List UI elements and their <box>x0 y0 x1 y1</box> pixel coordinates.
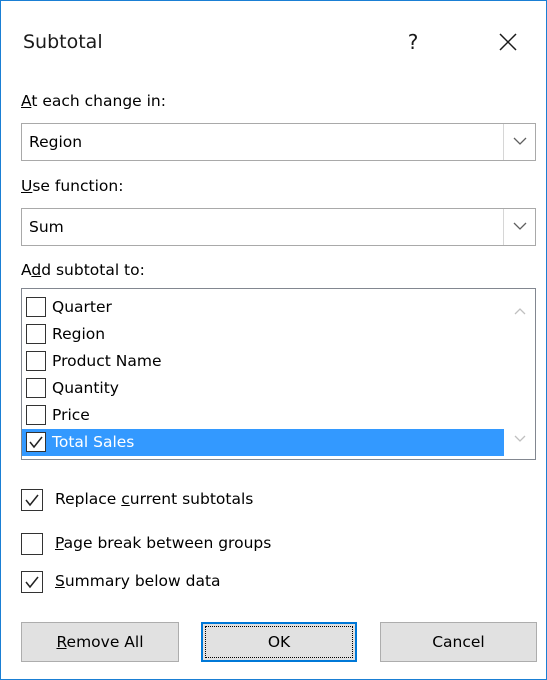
remove-all-button[interactable]: Remove All <box>21 622 179 662</box>
checkbox[interactable] <box>26 324 46 344</box>
list-item-label: Region <box>52 325 106 343</box>
use-function-label: Use function: <box>21 177 124 195</box>
chevron-down-icon <box>513 137 527 145</box>
ok-button[interactable]: OK <box>201 622 357 662</box>
replace-current-subtotals-label: Replace current subtotals <box>55 490 254 508</box>
checkmark-icon <box>25 576 39 589</box>
page-break-label: Page break between groups <box>55 534 272 552</box>
summary-below-data-label: Summary below data <box>55 572 221 590</box>
list-item-label: Quantity <box>52 379 119 397</box>
list-item-total-sales[interactable]: Total Sales <box>22 429 504 456</box>
use-function-value: Sum <box>29 218 64 236</box>
replace-current-subtotals-checkbox[interactable] <box>21 489 43 511</box>
list-item-label: Total Sales <box>52 433 135 451</box>
chevron-down-icon[interactable] <box>514 435 526 443</box>
at-each-change-dropdown-button[interactable] <box>503 124 535 160</box>
list-item-label: Product Name <box>52 352 162 370</box>
checkbox[interactable] <box>26 297 46 317</box>
checkbox-checked[interactable] <box>26 432 46 452</box>
use-function-dropdown-button[interactable] <box>503 209 535 245</box>
list-item-product-name[interactable]: Product Name <box>22 348 504 375</box>
checkbox[interactable] <box>26 351 46 371</box>
add-subtotal-label: Add subtotal to: <box>21 261 145 279</box>
at-each-change-value: Region <box>29 133 83 151</box>
add-subtotal-items: Quarter Region Product Name Quantity Pri… <box>22 294 504 456</box>
help-button[interactable]: ? <box>399 27 427 57</box>
use-function-combo[interactable]: Sum <box>21 208 536 246</box>
list-item-region[interactable]: Region <box>22 321 504 348</box>
close-button[interactable] <box>493 27 523 57</box>
listbox-scrollbar[interactable] <box>504 289 535 459</box>
subtotal-dialog: Subtotal ? At each change in: Region Use… <box>0 0 547 680</box>
summary-below-data-checkbox[interactable] <box>21 571 43 593</box>
list-item-label: Price <box>52 406 90 424</box>
dialog-title: Subtotal <box>23 31 103 53</box>
at-each-change-combo[interactable]: Region <box>21 123 536 161</box>
list-item-quantity[interactable]: Quantity <box>22 375 504 402</box>
close-icon <box>499 33 517 51</box>
checkmark-icon <box>29 436 43 449</box>
at-each-change-label: At each change in: <box>21 92 166 110</box>
cancel-button[interactable]: Cancel <box>380 622 537 662</box>
checkmark-icon <box>25 494 39 507</box>
chevron-down-icon <box>513 222 527 230</box>
list-item-price[interactable]: Price <box>22 402 504 429</box>
chevron-up-icon[interactable] <box>514 307 526 315</box>
add-subtotal-listbox[interactable]: Quarter Region Product Name Quantity Pri… <box>21 288 536 460</box>
list-item-label: Quarter <box>52 298 112 316</box>
page-break-checkbox[interactable] <box>21 533 43 555</box>
list-item-quarter[interactable]: Quarter <box>22 294 504 321</box>
checkbox[interactable] <box>26 405 46 425</box>
checkbox[interactable] <box>26 378 46 398</box>
